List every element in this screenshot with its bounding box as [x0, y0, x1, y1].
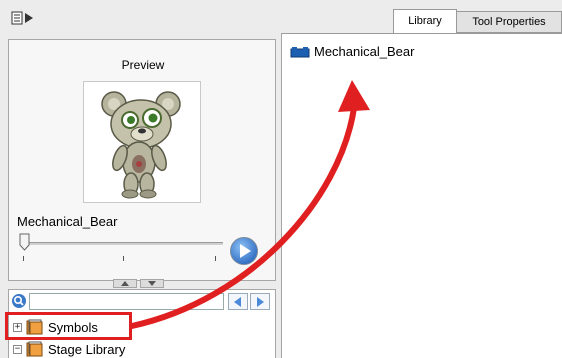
search-icon[interactable] [11, 293, 27, 309]
search-input[interactable] [29, 293, 224, 310]
library-item[interactable]: Mechanical_Bear [290, 44, 414, 59]
panel-menu-icon [11, 11, 33, 25]
panel-menu-button[interactable] [8, 8, 38, 28]
search-prev-button[interactable] [228, 293, 248, 310]
splitter-up-button[interactable] [113, 279, 137, 288]
play-button[interactable] [229, 236, 259, 266]
splitter-down-button[interactable] [140, 279, 164, 288]
slider-tick [215, 256, 216, 261]
preview-label: Preview [121, 58, 165, 72]
playback-slider-thumb[interactable] [19, 233, 30, 251]
preview-image [83, 81, 201, 203]
selected-item-name: Mechanical_Bear [17, 214, 118, 229]
prev-arrow-icon [234, 296, 241, 307]
library-folder-icon [290, 46, 310, 57]
play-icon [230, 237, 258, 265]
triangle-down-icon [148, 281, 156, 286]
library-content-panel: Mechanical_Bear [281, 33, 562, 358]
tree-item-label: Stage Library [48, 341, 126, 357]
library-item-label: Mechanical_Bear [314, 44, 415, 59]
tab-tool-properties[interactable]: Tool Properties [456, 11, 562, 33]
collapse-icon[interactable]: − [13, 344, 22, 354]
symbols-highlight-box [5, 312, 132, 340]
bear-character-image [101, 91, 181, 199]
tree-item-stage-library[interactable]: − Stage Library [13, 339, 125, 358]
triangle-up-icon [121, 281, 129, 286]
preview-panel: Preview Mechanical_Bear [8, 39, 276, 281]
tab-library[interactable]: Library [393, 9, 457, 33]
search-next-button[interactable] [250, 293, 270, 310]
library-book-icon [26, 341, 43, 357]
next-arrow-icon [257, 296, 264, 307]
playback-slider-track[interactable] [23, 242, 223, 245]
slider-tick [23, 256, 24, 261]
slider-tick [123, 256, 124, 261]
